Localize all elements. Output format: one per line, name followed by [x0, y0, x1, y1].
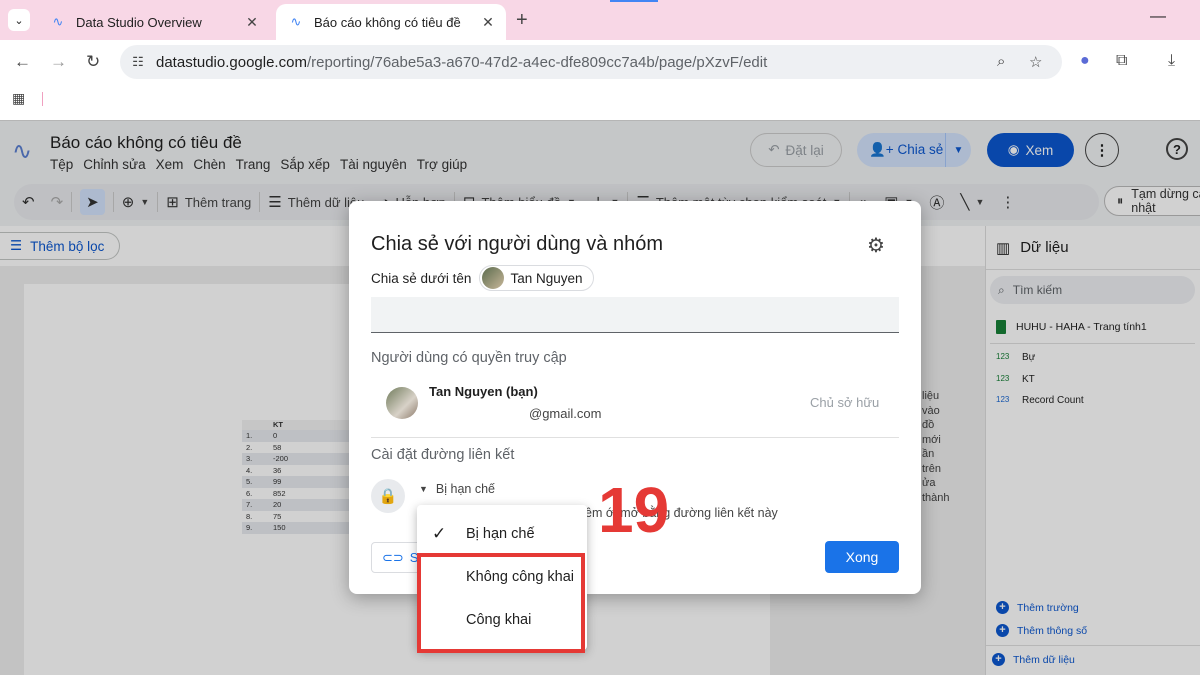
extensions-puzzle-icon[interactable]: ⧉ [1116, 52, 1127, 70]
apps-grid-icon[interactable]: ▦ [12, 90, 25, 107]
menu-item-restricted[interactable]: ✓ Bị hạn chế [417, 513, 587, 555]
new-tab-icon[interactable]: + [516, 9, 528, 32]
link-icon: ⊂⊃ [382, 549, 404, 565]
forward-icon[interactable]: → [50, 52, 67, 72]
site-info-icon[interactable]: ☷ [120, 54, 156, 70]
close-tab-icon[interactable]: ✕ [242, 14, 262, 31]
step-number-annotation: 19 [598, 474, 670, 546]
zoom-icon[interactable]: ⌕ [997, 53, 1005, 70]
share-as-row: Chia sẻ dưới tên Tan Nguyen [371, 265, 594, 291]
tab-strip-accent [610, 0, 658, 2]
back-icon[interactable]: ← [14, 52, 31, 72]
address-bar-row: ← → ↻ ☷ datastudio.google.com/reporting/… [0, 40, 1200, 84]
dialog-title: Chia sẻ với người dùng và nhóm [371, 233, 663, 255]
bookmark-separator [42, 92, 43, 106]
lock-icon: 🔒 [371, 479, 405, 513]
data-studio-favicon-icon: ∿ [52, 14, 64, 29]
close-tab-icon[interactable]: ✕ [478, 14, 498, 31]
download-icon[interactable]: ⤓ [1168, 52, 1175, 70]
menu-item-label: Bị hạn chế [466, 526, 535, 542]
user-role: Chủ sở hữu [810, 395, 880, 410]
chevron-down-icon: ▼ [419, 484, 428, 494]
tab-data-studio-overview[interactable]: ∿ Data Studio Overview ✕ [38, 4, 270, 40]
url-host: datastudio.google.com [156, 53, 307, 71]
user-name: Tan Nguyen (bạn) [429, 384, 538, 399]
bookmark-star-icon[interactable]: ☆ [1029, 53, 1042, 71]
done-button[interactable]: Xong [825, 541, 899, 573]
share-as-label: Chia sẻ dưới tên [371, 270, 472, 286]
tab-title: Data Studio Overview [76, 14, 202, 30]
url-field[interactable]: ☷ datastudio.google.com/reporting/76abe5… [120, 45, 1062, 79]
share-as-chip[interactable]: Tan Nguyen [479, 265, 594, 291]
tab-report[interactable]: ∿ Báo cáo không có tiêu đề ✕ [276, 4, 506, 40]
user-email: @gmail.com [529, 406, 602, 421]
tab-strip: ⌄ ∿ Data Studio Overview ✕ ∿ Báo cáo khô… [0, 0, 1200, 40]
add-people-input[interactable] [371, 297, 899, 333]
tab-title: Báo cáo không có tiêu đề [314, 14, 461, 30]
url-path: /reporting/76abe5a3-a670-47d2-a4ec-dfe80… [306, 53, 768, 71]
annotation-highlight-box [417, 553, 585, 653]
avatar [386, 387, 418, 419]
extension-icon[interactable]: ● [1080, 52, 1090, 70]
access-section-heading: Người dùng có quyền truy cập [371, 350, 567, 366]
link-access-value: Bị hạn chế [435, 482, 495, 496]
check-icon: ✓ [432, 524, 447, 543]
tab-search-button[interactable]: ⌄ [8, 9, 30, 31]
share-as-name: Tan Nguyen [510, 270, 583, 286]
divider [371, 437, 899, 438]
avatar [482, 267, 505, 289]
minimize-icon[interactable]: — [1150, 8, 1166, 26]
link-settings-heading: Cài đặt đường liên kết [371, 447, 515, 463]
reload-icon[interactable]: ↻ [86, 52, 100, 72]
bookmarks-bar: ▦ [0, 84, 1200, 114]
gear-icon[interactable]: ⚙ [867, 233, 885, 258]
data-studio-favicon-icon: ∿ [290, 14, 302, 29]
link-access-select[interactable]: ▼ Bị hạn chế [419, 482, 495, 496]
